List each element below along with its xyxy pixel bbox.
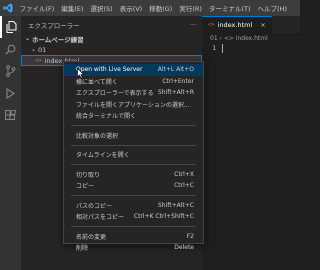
- menu-item-label: ファイルを開くアプリケーションの選択...: [76, 101, 190, 109]
- menu-item-label: コピー: [76, 183, 95, 191]
- menu-file[interactable]: ファイル(F): [16, 3, 58, 13]
- explorer-activity-button[interactable]: [0, 16, 21, 38]
- mouse-pointer-icon: [77, 64, 85, 83]
- menu-item-label: 比較対象の選択: [76, 132, 119, 140]
- chevron-down-icon: ⌄: [31, 46, 37, 53]
- extensions-activity-button[interactable]: [0, 104, 21, 126]
- run-debug-icon: [5, 84, 16, 103]
- menu-bar: ファイル(F) 編集(E) 選択(S) 表示(V) 移動(G) 実行(R) ター…: [16, 3, 290, 13]
- menu-item-label: パスのコピー: [76, 202, 113, 210]
- folder-01[interactable]: ⌄ 01: [21, 44, 202, 55]
- menu-item-delete[interactable]: 削除 Delete: [64, 242, 203, 254]
- menu-run[interactable]: 実行(R): [176, 3, 206, 13]
- menu-item-shortcut: Ctrl+Enter: [162, 77, 194, 85]
- explorer-title: エクスプローラー: [28, 21, 80, 30]
- menu-item-shortcut: Ctrl+C: [174, 182, 194, 190]
- menu-help[interactable]: ヘルプ(H): [254, 3, 290, 13]
- menu-item-copy-path[interactable]: パスのコピー Shift+Alt+C: [64, 200, 203, 212]
- menu-item-label: 相対パスをコピー: [76, 214, 125, 222]
- files-icon: [6, 18, 17, 37]
- menu-separator: [71, 164, 196, 165]
- menu-item-shortcut: Shift+Alt+C: [157, 201, 194, 209]
- workspace-folder-label: ホームページ練習: [32, 35, 84, 44]
- search-activity-button[interactable]: [0, 38, 21, 60]
- html-file-icon: <>: [35, 57, 42, 64]
- menu-separator: [71, 195, 196, 196]
- vscode-logo-icon: [0, 0, 16, 16]
- menu-item-label: 削除: [76, 245, 89, 253]
- source-control-icon: [5, 62, 16, 81]
- menu-separator: [71, 226, 196, 227]
- menu-item-label: タイムラインを開く: [76, 152, 130, 160]
- editor-tabs: <> index.html ×: [202, 16, 300, 33]
- code-editor[interactable]: 1: [202, 44, 300, 53]
- folder-01-label: 01: [38, 45, 47, 54]
- menu-separator: [71, 144, 196, 146]
- close-icon[interactable]: ×: [260, 21, 265, 29]
- explorer-more-button[interactable]: ···: [190, 21, 196, 29]
- menu-go[interactable]: 移動(G): [146, 3, 176, 13]
- menu-edit[interactable]: 編集(E): [58, 3, 87, 13]
- tab-index-html[interactable]: <> index.html ×: [202, 16, 272, 33]
- breadcrumb[interactable]: 01 › <> index.html: [202, 33, 300, 44]
- text-cursor: [222, 44, 223, 53]
- chevron-down-icon: ⌄: [25, 35, 31, 42]
- menu-view[interactable]: 表示(V): [116, 3, 146, 13]
- menu-item-shortcut: Alt+L Alt+O: [157, 66, 194, 74]
- menu-separator: [71, 125, 196, 126]
- menu-item-label: エクスプローラーで表示する: [76, 90, 154, 98]
- menu-item-cut[interactable]: 切り取り Ctrl+X: [64, 169, 203, 181]
- menu-item-label: Open with Live Server: [76, 66, 143, 74]
- activity-bar: [0, 16, 21, 270]
- search-icon: [5, 40, 16, 59]
- menu-item-shortcut: Ctrl+K Ctrl+Shift+C: [133, 213, 194, 221]
- menu-item-label: 切り取り: [76, 171, 101, 179]
- menu-item-shortcut: Delete: [174, 244, 194, 252]
- menu-item-shortcut: Shift+Alt+R: [158, 89, 194, 97]
- menu-item-open-with[interactable]: ファイルを開くアプリケーションの選択...: [64, 99, 203, 111]
- menu-item-shortcut: F2: [186, 232, 194, 240]
- menu-item-open-timeline[interactable]: タイムラインを開く: [64, 149, 203, 161]
- title-bar: ファイル(F) 編集(E) 選択(S) 表示(V) 移動(G) 実行(R) ター…: [0, 0, 300, 16]
- menu-item-shortcut: Ctrl+X: [174, 170, 194, 178]
- menu-item-copy[interactable]: コピー Ctrl+C: [64, 180, 203, 192]
- editor-area: <> index.html × 01 › <> index.html 1: [202, 16, 300, 270]
- source-control-activity-button[interactable]: [0, 60, 21, 82]
- run-debug-activity-button[interactable]: [0, 82, 21, 104]
- line-number: 1: [212, 44, 216, 52]
- explorer-header: エクスプローラー ···: [21, 16, 202, 33]
- menu-item-label: 名前の変更: [76, 233, 107, 241]
- menu-item-copy-relative-path[interactable]: 相対パスをコピー Ctrl+K Ctrl+Shift+C: [64, 211, 203, 223]
- tab-label: index.html: [217, 21, 253, 29]
- menu-item-reveal-in-explorer[interactable]: エクスプローラーで表示する Shift+Alt+R: [64, 87, 203, 99]
- menu-item-label: 統合ターミナルで開く: [76, 113, 137, 121]
- menu-selection[interactable]: 選択(S): [87, 3, 116, 13]
- context-menu: Open with Live Server Alt+L Alt+O 横に並べて開…: [63, 61, 204, 252]
- menu-terminal[interactable]: ターミナル(T): [205, 3, 254, 13]
- menu-item-rename[interactable]: 名前の変更 F2: [64, 231, 203, 243]
- menu-item-select-for-compare[interactable]: 比較対象の選択: [64, 130, 203, 142]
- menu-item-open-in-terminal[interactable]: 統合ターミナルで開く: [64, 110, 203, 122]
- extensions-icon: [5, 106, 17, 125]
- workspace-folder[interactable]: ⌄ ホームページ練習: [21, 33, 202, 44]
- html-file-icon: <>: [208, 22, 215, 28]
